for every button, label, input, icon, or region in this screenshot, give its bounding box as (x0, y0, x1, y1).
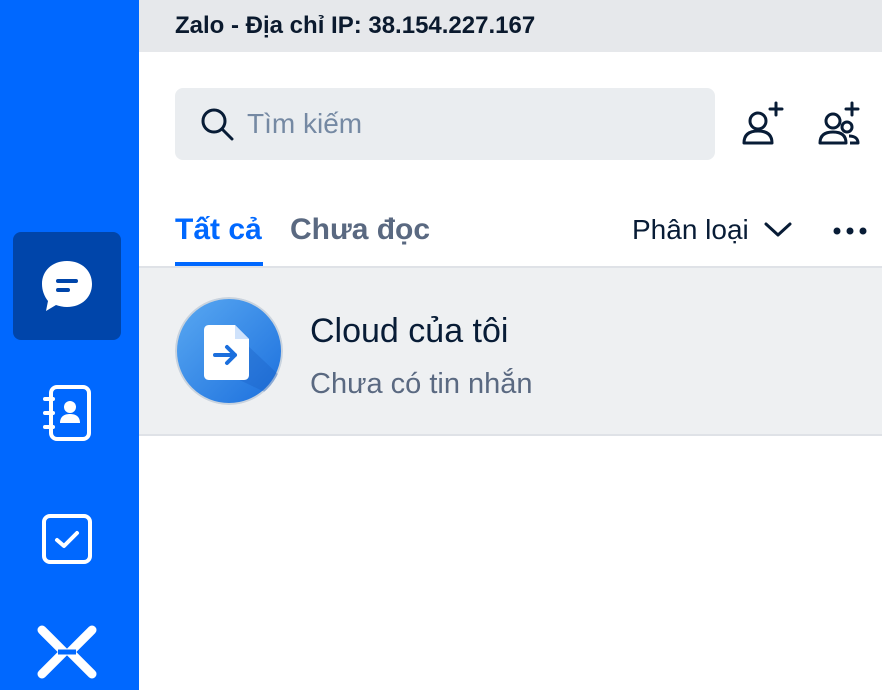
more-icon (833, 227, 867, 235)
avatar (175, 297, 283, 405)
zalo-logo-icon (37, 625, 97, 679)
add-friend-icon (742, 101, 784, 145)
search-icon (201, 108, 234, 141)
filter-dropdown[interactable]: Phân loại (632, 214, 793, 246)
sidebar (0, 0, 139, 690)
search-input[interactable] (247, 88, 697, 160)
search-box[interactable] (175, 88, 715, 160)
add-friend-button[interactable] (739, 100, 787, 148)
tab-all[interactable]: Tất cả (175, 213, 262, 247)
more-options-button[interactable] (830, 216, 870, 246)
checkbox-icon (42, 514, 92, 564)
sidebar-item-zcloud[interactable] (13, 598, 121, 690)
create-group-icon (818, 101, 860, 145)
conversation-preview: Chưa có tin nhắn (310, 368, 533, 400)
conversation-name: Cloud của tôi (310, 312, 509, 350)
cloud-file-icon (175, 297, 283, 405)
create-group-button[interactable] (815, 100, 863, 148)
window-title: Zalo - Địa chỉ IP: 38.154.227.167 (175, 12, 536, 39)
contact-book-icon (43, 385, 91, 441)
sidebar-item-todo[interactable] (13, 485, 121, 593)
tab-unread[interactable]: Chưa đọc (290, 213, 430, 247)
filter-label: Phân loại (632, 214, 749, 245)
title-bar: Zalo - Địa chỉ IP: 38.154.227.167 (139, 0, 882, 52)
conversation-item[interactable]: Cloud của tôi Chưa có tin nhắn (139, 268, 882, 436)
chevron-down-icon (764, 222, 792, 237)
sidebar-item-contacts[interactable] (13, 359, 121, 467)
sidebar-item-messages[interactable] (13, 232, 121, 340)
chat-bubble-icon (42, 261, 92, 311)
